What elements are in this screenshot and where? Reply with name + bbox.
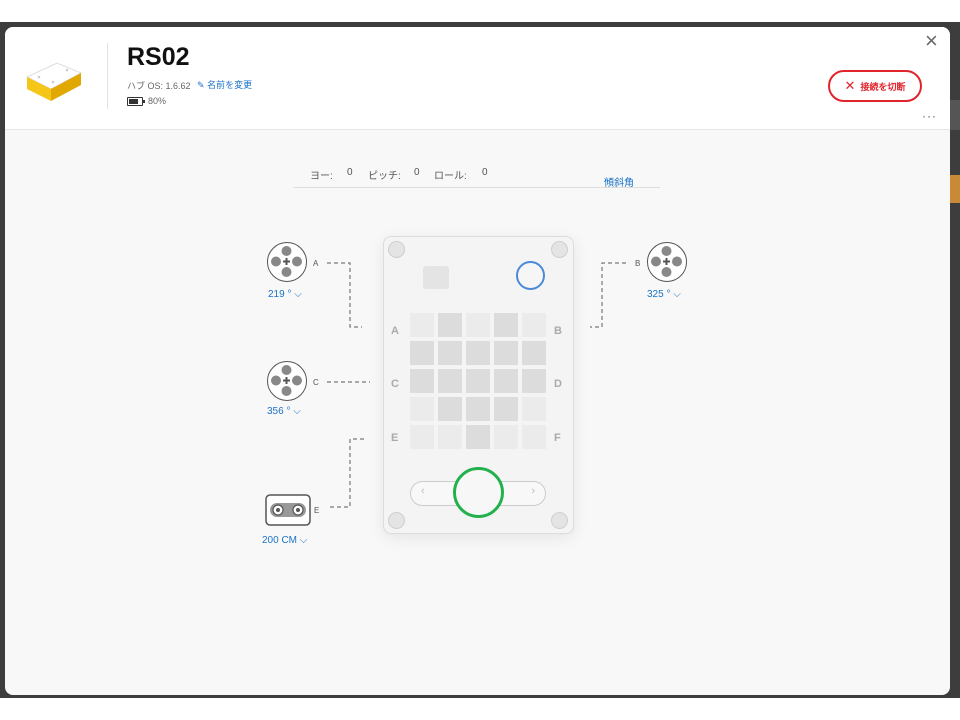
right-button-icon: ›	[531, 485, 535, 497]
screw-icon	[551, 512, 568, 529]
matrix-pixel-off	[410, 313, 434, 337]
motor-icon-port-a	[267, 242, 307, 282]
matrix-pixel-off	[494, 425, 518, 449]
chevron-down-icon: ⌵	[673, 289, 681, 300]
matrix-pixel-on	[438, 341, 462, 365]
hub-port-label: E	[391, 432, 399, 444]
background-panel-edge-accent	[950, 175, 960, 203]
chevron-down-icon: ⌵	[293, 406, 301, 417]
hub-port-label: B	[554, 325, 562, 337]
matrix-pixel-off	[522, 313, 546, 337]
distance-sensor-icon-port-e	[265, 494, 311, 526]
port-e-letter: E	[314, 506, 320, 515]
port-b-value: 325 °	[647, 289, 671, 300]
matrix-pixel-on	[466, 369, 490, 393]
matrix-pixel-on	[466, 397, 490, 421]
matrix-pixel-on	[466, 425, 490, 449]
matrix-pixel-on	[522, 341, 546, 365]
light-matrix	[410, 313, 546, 449]
port-c-letter: C	[313, 378, 319, 387]
screw-icon	[551, 241, 568, 258]
matrix-pixel-on	[438, 397, 462, 421]
hub-port-label: A	[391, 325, 399, 337]
motor-icon-port-c	[267, 361, 307, 401]
hub-port-label: F	[554, 432, 561, 444]
port-e-value: 200 CM	[262, 535, 298, 546]
matrix-pixel-on	[494, 397, 518, 421]
port-a-letter: A	[313, 259, 319, 268]
port-b-value-dropdown[interactable]: 325 ° ⌵	[647, 289, 681, 300]
matrix-pixel-off	[438, 425, 462, 449]
bluetooth-button[interactable]	[516, 261, 545, 290]
chevron-down-icon: ⌵	[299, 535, 308, 546]
matrix-pixel-off	[410, 397, 434, 421]
chevron-down-icon: ⌵	[294, 289, 302, 300]
matrix-pixel-on	[494, 313, 518, 337]
hub-visual: A B C D E F ‹ ›	[383, 236, 574, 534]
hub-connection-modal: RS02 ハブ OS: 1.6.62 ✎ 名前を変更 80% ✕ 接続を切断 ×…	[5, 27, 950, 695]
port-c-value-dropdown[interactable]: 356 ° ⌵	[267, 406, 301, 417]
matrix-pixel-on	[466, 341, 490, 365]
hub-port-label: C	[391, 378, 399, 390]
left-button-icon: ‹	[421, 485, 425, 497]
background-panel-edge	[950, 100, 960, 130]
screw-icon	[388, 241, 405, 258]
matrix-pixel-on	[410, 341, 434, 365]
matrix-pixel-on	[494, 369, 518, 393]
matrix-pixel-off	[410, 425, 434, 449]
center-button[interactable]	[453, 467, 504, 518]
matrix-pixel-on	[494, 341, 518, 365]
matrix-pixel-off	[522, 397, 546, 421]
port-c-value: 356 °	[267, 406, 291, 417]
matrix-pixel-off	[466, 313, 490, 337]
matrix-pixel-on	[410, 369, 434, 393]
matrix-pixel-on	[438, 369, 462, 393]
matrix-pixel-off	[522, 425, 546, 449]
hub-port-label: D	[554, 378, 562, 390]
motor-icon-port-b	[647, 242, 687, 282]
port-e-value-dropdown[interactable]: 200 CM ⌵	[262, 535, 307, 546]
matrix-pixel-on	[438, 313, 462, 337]
screw-icon	[388, 512, 405, 529]
port-a-value: 219 °	[268, 289, 292, 300]
brand-logo-icon	[423, 266, 449, 289]
port-b-letter: B	[635, 259, 641, 268]
matrix-pixel-on	[522, 369, 546, 393]
port-a-value-dropdown[interactable]: 219 ° ⌵	[268, 289, 302, 300]
